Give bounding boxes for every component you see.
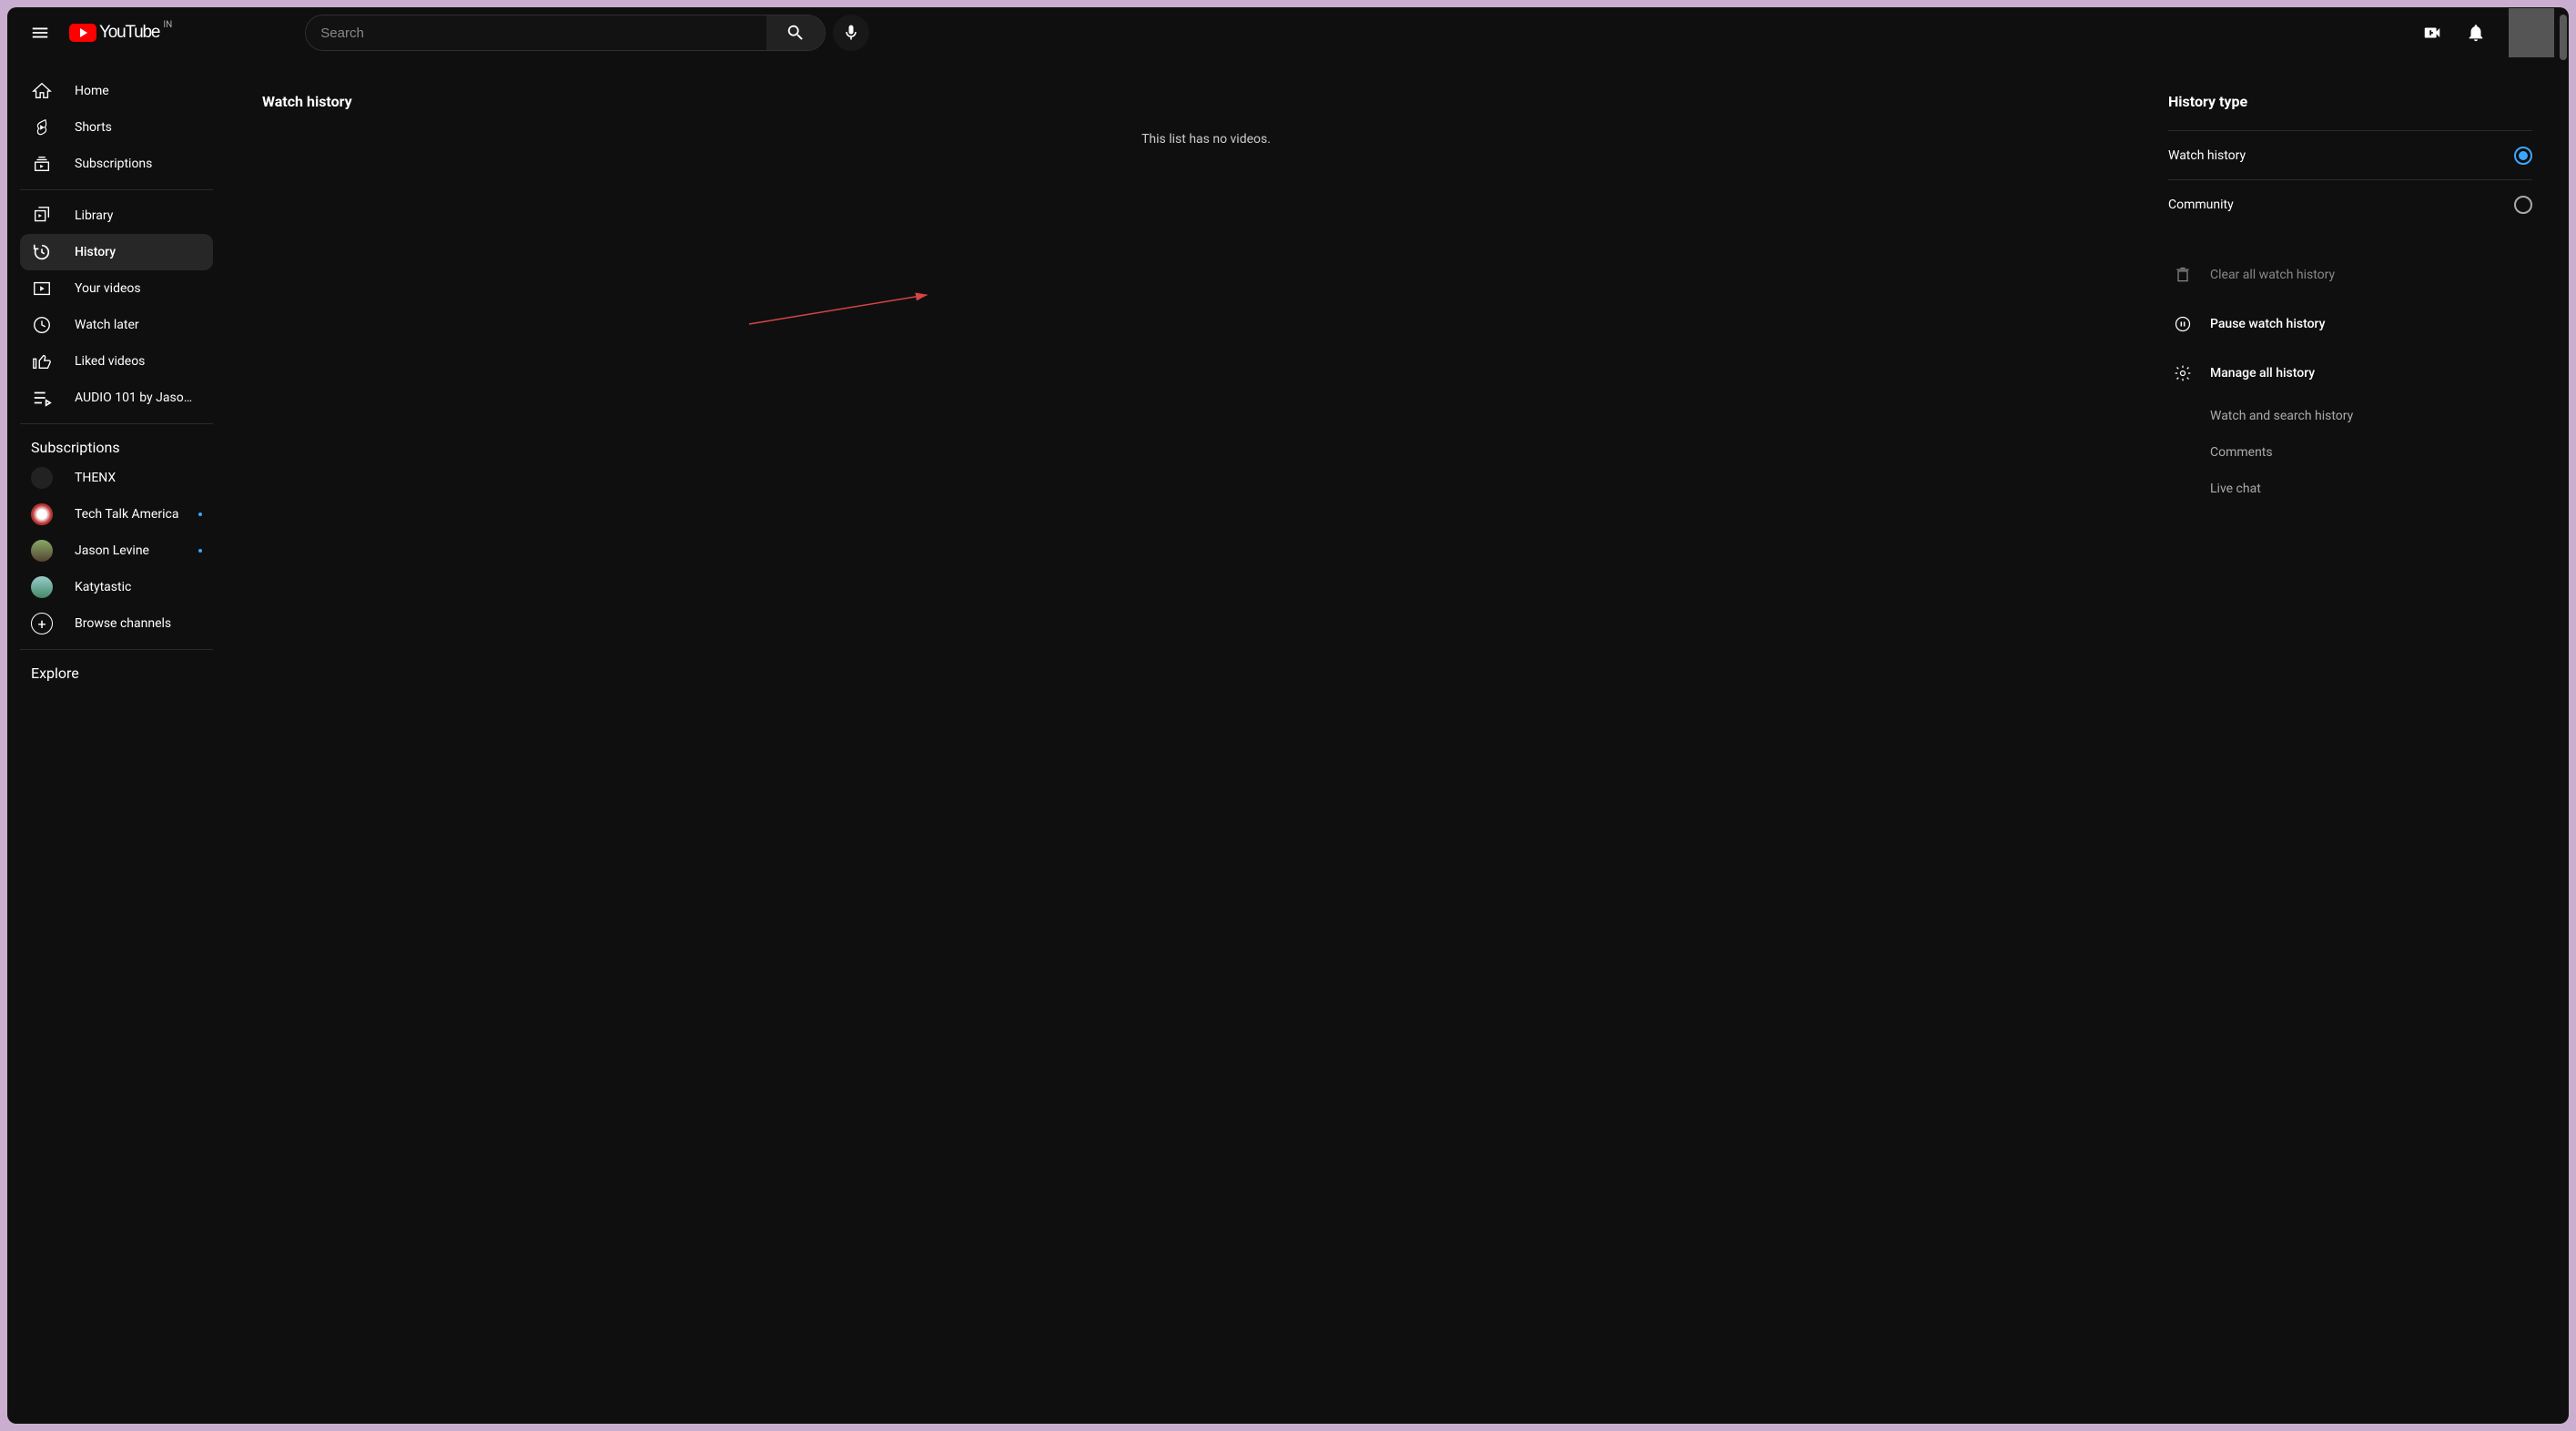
page-title: Watch history <box>262 93 2150 110</box>
channel-avatar <box>31 540 53 562</box>
create-icon <box>2422 23 2442 43</box>
subscriptions-heading: Subscriptions <box>20 431 213 460</box>
main-content: Watch history This list has no videos. H… <box>226 58 2569 1424</box>
logo[interactable]: YouTube IN <box>69 23 159 43</box>
action-label: Clear all watch history <box>2210 268 2335 282</box>
create-button[interactable] <box>2414 15 2450 51</box>
search-icon <box>786 23 806 43</box>
subscription-channel[interactable]: Jason Levine <box>20 533 213 569</box>
browse-label: Browse channels <box>75 616 202 631</box>
pause-circle-icon <box>2172 315 2194 333</box>
clock-icon <box>31 314 53 336</box>
playlist-icon <box>31 387 53 409</box>
country-code: IN <box>163 20 172 30</box>
header: YouTube IN <box>7 7 2569 58</box>
home-icon <box>31 80 53 102</box>
sidebar-item-label: Library <box>75 208 202 223</box>
new-content-dot <box>198 513 202 516</box>
subscription-channel[interactable]: Tech Talk America <box>20 496 213 533</box>
sidebar-item-label: Liked videos <box>75 354 202 369</box>
sidebar-item-your-videos[interactable]: Your videos <box>20 270 213 307</box>
sidebar-item-history[interactable]: History <box>20 234 213 270</box>
gear-icon <box>2172 364 2194 382</box>
search-input[interactable] <box>306 15 766 50</box>
thumb-up-icon <box>31 350 53 372</box>
channel-name: Tech Talk America <box>75 507 193 522</box>
channel-avatar <box>31 503 53 525</box>
notifications-button[interactable] <box>2458 15 2494 51</box>
manage-link-live-chat[interactable]: Live chat <box>2168 471 2532 507</box>
subscription-channel[interactable]: Katytastic <box>20 569 213 605</box>
search-form <box>305 15 826 51</box>
sidebar-item-watch-later[interactable]: Watch later <box>20 307 213 343</box>
sidebar-item-label: Home <box>75 84 202 98</box>
shorts-icon <box>31 117 53 138</box>
radio-icon <box>2514 147 2532 165</box>
new-content-dot <box>198 549 202 553</box>
hamburger-button[interactable] <box>22 15 58 51</box>
action-label: Manage all history <box>2210 366 2315 381</box>
voice-search-button[interactable] <box>833 15 869 51</box>
sidebar-item-library[interactable]: Library <box>20 198 213 234</box>
plus-circle-icon: + <box>31 613 53 634</box>
manage-link-comments[interactable]: Comments <box>2168 434 2532 471</box>
channel-name: Katytastic <box>75 580 202 594</box>
history-type-watch[interactable]: Watch history <box>2168 130 2532 179</box>
avatar[interactable] <box>2509 8 2554 57</box>
sidebar-item-label: History <box>75 245 202 259</box>
subscription-channel[interactable]: THENX <box>20 460 213 496</box>
your-videos-icon <box>31 278 53 299</box>
history-type-community[interactable]: Community <box>2168 179 2532 228</box>
action-label: Pause watch history <box>2210 317 2325 331</box>
logo-text: YouTube <box>99 23 159 43</box>
sidebar-item-liked[interactable]: Liked videos <box>20 343 213 380</box>
link-label: Watch and search history <box>2210 409 2353 423</box>
search-button[interactable] <box>766 15 825 50</box>
library-icon <box>31 205 53 227</box>
channel-avatar <box>31 467 53 489</box>
sidebar-item-label: Your videos <box>75 281 202 296</box>
empty-message: This list has no videos. <box>262 132 2150 147</box>
channel-name: THENX <box>75 471 202 485</box>
sidebar-item-label: Subscriptions <box>75 157 202 171</box>
sidebar: Home Shorts Subscriptions Library Histor… <box>7 58 226 1424</box>
sidebar-item-label: Watch later <box>75 318 202 332</box>
link-label: Live chat <box>2210 482 2261 496</box>
explore-heading: Explore <box>20 657 213 685</box>
sidebar-item-home[interactable]: Home <box>20 73 213 109</box>
radio-label: Community <box>2168 198 2234 212</box>
search-wrap <box>305 15 869 51</box>
scrollbar[interactable] <box>2560 15 2567 60</box>
sidebar-item-label: AUDIO 101 by Jaso… <box>75 391 202 405</box>
radio-label: Watch history <box>2168 148 2246 163</box>
microphone-icon <box>842 24 860 42</box>
sidebar-item-playlist[interactable]: AUDIO 101 by Jaso… <box>20 380 213 416</box>
center-column: Watch history This list has no videos. <box>262 80 2150 1402</box>
channel-avatar <box>31 576 53 598</box>
bell-icon <box>2466 23 2486 43</box>
sidebar-item-shorts[interactable]: Shorts <box>20 109 213 146</box>
trash-icon <box>2172 266 2194 284</box>
browse-channels[interactable]: + Browse channels <box>20 605 213 642</box>
pause-history-button[interactable]: Pause watch history <box>2168 299 2532 349</box>
manage-link-watch-search[interactable]: Watch and search history <box>2168 398 2532 434</box>
panel-title: History type <box>2168 93 2532 110</box>
history-type-panel: History type Watch history Community Cle… <box>2168 80 2532 1402</box>
channel-name: Jason Levine <box>75 543 193 558</box>
link-label: Comments <box>2210 445 2273 460</box>
header-actions <box>2414 8 2554 57</box>
sidebar-item-subscriptions[interactable]: Subscriptions <box>20 146 213 182</box>
app-window: YouTube IN <box>7 7 2569 1424</box>
clear-history-button[interactable]: Clear all watch history <box>2168 250 2532 299</box>
sidebar-item-label: Shorts <box>75 120 202 135</box>
subscriptions-icon <box>31 153 53 175</box>
youtube-icon <box>69 24 96 42</box>
radio-icon <box>2514 196 2532 214</box>
manage-history-button[interactable]: Manage all history <box>2168 349 2532 398</box>
history-icon <box>31 241 53 263</box>
